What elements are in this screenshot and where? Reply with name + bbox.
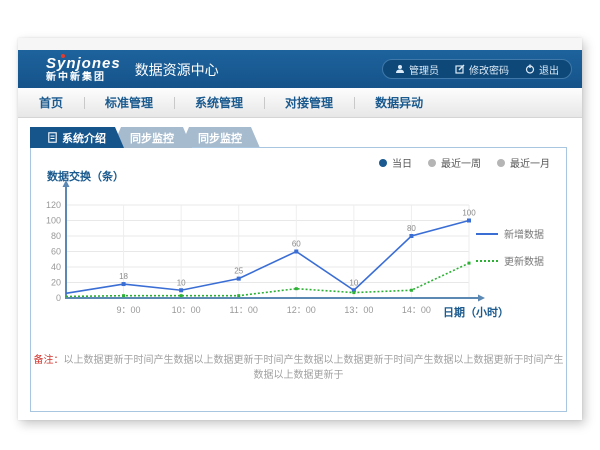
tab-label: 系统介绍 (62, 130, 106, 146)
current-user-button[interactable]: 管理员 (395, 62, 439, 77)
logout-button[interactable]: 退出 (525, 62, 559, 77)
line-chart: 0 20 40 60 80 100 120 9：00 10：00 11：00 12：00 13：00 1… (39, 174, 491, 332)
user-icon (395, 64, 405, 74)
svg-text:100: 100 (462, 209, 476, 218)
dotted-line-icon (476, 260, 498, 262)
x-axis-title: 日期（小时） (443, 304, 509, 320)
svg-text:20: 20 (51, 278, 61, 288)
svg-text:14：00: 14：00 (402, 305, 431, 315)
legend-item-new-data[interactable]: 新增数据 (476, 226, 558, 241)
logo-red-dot-icon (61, 54, 65, 58)
svg-text:18: 18 (119, 272, 128, 281)
chart-canvas: 0 20 40 60 80 100 120 9：00 10：00 11：00 12：00 13：00 1… (39, 174, 491, 332)
window-top-strip (18, 38, 582, 50)
svg-text:11：00: 11：00 (230, 305, 258, 315)
time-range-filter: 当日 最近一周 最近一月 (379, 155, 550, 170)
document-icon (48, 132, 57, 143)
power-icon (525, 64, 535, 74)
filter-label: 当日 (392, 155, 412, 170)
logo-subtitle: 新中新集团 (46, 73, 121, 83)
note-text: 以上数据更新于时间产生数据以上数据更新于时间产生数据以上数据更新于时间产生数据以… (64, 355, 564, 381)
tab-system-intro[interactable]: 系统介绍 (30, 127, 124, 148)
svg-text:100: 100 (46, 216, 61, 226)
svg-text:13：00: 13：00 (344, 305, 373, 315)
svg-text:80: 80 (407, 224, 416, 233)
radio-unselected-icon (428, 159, 436, 167)
svg-text:80: 80 (51, 231, 61, 241)
nav-item-integration-mgmt[interactable]: 对接管理 (264, 94, 354, 111)
current-user-label: 管理员 (409, 62, 439, 77)
change-password-label: 修改密码 (469, 62, 509, 77)
nav-item-data-change[interactable]: 数据异动 (354, 94, 444, 111)
tab-sync-monitor-1[interactable]: 同步监控 (112, 127, 192, 148)
nav-item-system-mgmt[interactable]: 系统管理 (174, 94, 264, 111)
tab-bar: 系统介绍 同步监控 同步监控 (30, 127, 582, 148)
filter-option-last-week[interactable]: 最近一周 (428, 155, 481, 170)
chart-legend: 新增数据 更新数据 (476, 226, 558, 268)
legend-label: 更新数据 (504, 253, 544, 268)
change-password-button[interactable]: 修改密码 (455, 62, 509, 77)
nav-item-home[interactable]: 首页 (18, 94, 84, 111)
svg-text:10: 10 (177, 278, 186, 287)
logout-label: 退出 (539, 62, 559, 77)
logo-title: Synjones (46, 56, 121, 71)
edit-icon (455, 64, 465, 74)
svg-text:10: 10 (349, 278, 358, 287)
filter-option-last-month[interactable]: 最近一月 (497, 155, 550, 170)
radio-unselected-icon (497, 159, 505, 167)
svg-text:40: 40 (51, 262, 61, 272)
legend-label: 新增数据 (504, 226, 544, 241)
solid-line-icon (476, 233, 498, 235)
note-label: 备注： (34, 355, 64, 366)
company-logo: Synjones 新中新集团 (46, 56, 121, 83)
svg-text:12：00: 12：00 (287, 305, 316, 315)
app-window: Synjones 新中新集团 数据资源中心 管理员 修改密码 (18, 38, 582, 420)
tab-label: 同步监控 (198, 130, 242, 146)
svg-text:9：00: 9：00 (117, 305, 141, 315)
legend-item-updated-data[interactable]: 更新数据 (476, 253, 558, 268)
nav-item-standard-mgmt[interactable]: 标准管理 (84, 94, 174, 111)
filter-label: 最近一周 (441, 155, 481, 170)
radio-selected-icon (379, 159, 387, 167)
chart-panel: 当日 最近一周 最近一月 数据交换（条） 0204060801001209：00… (30, 147, 567, 412)
svg-text:25: 25 (234, 267, 243, 276)
svg-text:0: 0 (56, 293, 61, 303)
filter-option-today[interactable]: 当日 (379, 155, 412, 170)
svg-text:10：00: 10：00 (172, 305, 201, 315)
tab-sync-monitor-2[interactable]: 同步监控 (180, 127, 260, 148)
svg-text:60: 60 (51, 247, 61, 257)
main-nav: 首页 标准管理 系统管理 对接管理 数据异动 (18, 88, 582, 118)
page-title: 数据资源中心 (135, 60, 219, 80)
tab-label: 同步监控 (130, 130, 174, 146)
app-header: Synjones 新中新集团 数据资源中心 管理员 修改密码 (18, 50, 582, 88)
footer-note: 备注：以上数据更新于时间产生数据以上数据更新于时间产生数据以上数据更新于时间产生… (31, 351, 566, 381)
svg-text:60: 60 (292, 240, 301, 249)
svg-text:120: 120 (46, 200, 61, 210)
filter-label: 最近一月 (510, 155, 550, 170)
user-menu: 管理员 修改密码 退出 (382, 59, 572, 79)
